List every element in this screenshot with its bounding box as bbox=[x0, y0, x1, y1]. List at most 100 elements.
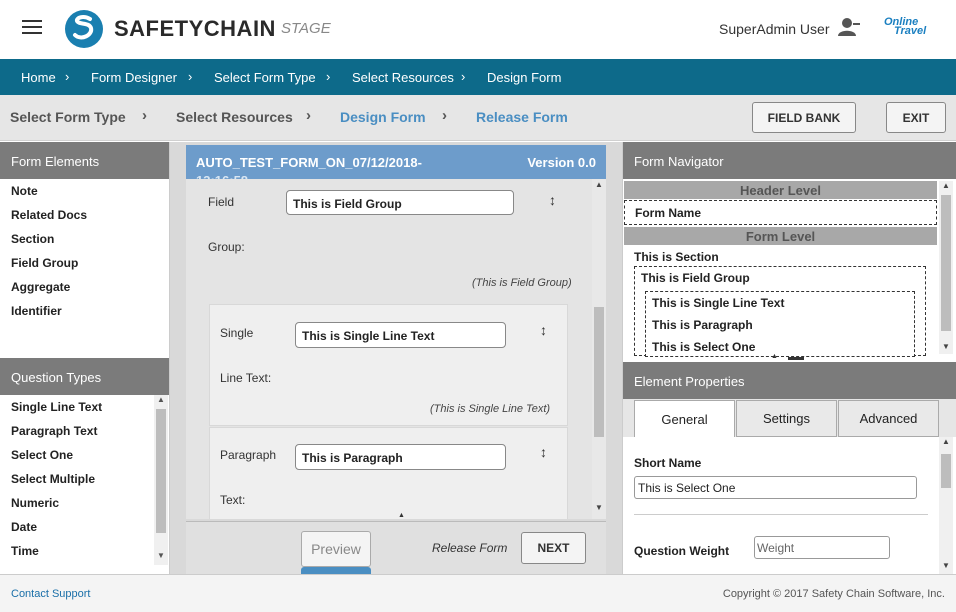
form-navigator-title: Form Navigator bbox=[623, 142, 956, 179]
breadcrumb-separator: › bbox=[65, 69, 70, 84]
drag-handle-icon[interactable] bbox=[788, 357, 804, 360]
breadcrumb-separator: › bbox=[461, 69, 466, 84]
form-version: Version 0.0 bbox=[527, 155, 596, 170]
paragraph-field[interactable]: Paragraph Text: This is Paragraph ↕ bbox=[209, 427, 568, 519]
preview-button[interactable]: Preview bbox=[301, 531, 371, 567]
scroll-down-icon[interactable]: ▼ bbox=[942, 342, 950, 351]
top-header: SAFETYCHAIN STAGE SuperAdmin User Online… bbox=[0, 0, 956, 59]
tab-general[interactable]: General bbox=[634, 400, 735, 437]
form-title: AUTO_TEST_FORM_ON_07/12/2018- bbox=[196, 155, 422, 170]
question-types-scrollbar[interactable]: ▲ ▼ bbox=[154, 395, 168, 565]
environment-label: STAGE bbox=[281, 20, 331, 37]
form-elements-title: Form Elements bbox=[0, 142, 169, 179]
nav-form-name[interactable]: Form Name bbox=[624, 200, 937, 225]
question-type-single-line[interactable]: Single Line Text bbox=[0, 395, 155, 419]
scroll-up-icon[interactable]: ▲ bbox=[595, 180, 603, 189]
question-type-select-multiple[interactable]: Select Multiple bbox=[0, 467, 155, 491]
reorder-icon[interactable]: ↕ bbox=[540, 444, 547, 460]
properties-scrollbar[interactable]: ▲ ▼ bbox=[939, 437, 953, 574]
question-weight-input[interactable]: Weight bbox=[754, 536, 890, 559]
breadcrumb-select-form-type[interactable]: Select Form Type bbox=[214, 70, 316, 85]
menu-icon[interactable] bbox=[22, 20, 42, 36]
single-line-input[interactable]: This is Single Line Text bbox=[295, 322, 506, 348]
release-form-label[interactable]: Release Form bbox=[432, 541, 507, 555]
tab-settings[interactable]: Settings bbox=[736, 400, 837, 437]
field-group-label-2: Group: bbox=[208, 240, 245, 254]
resize-handle-icon[interactable]: ▲ bbox=[398, 512, 405, 519]
properties-content: Short Name This is Select One Question W… bbox=[623, 437, 956, 574]
single-line-field[interactable]: Single Line Text: This is Single Line Te… bbox=[209, 304, 568, 426]
question-type-paragraph[interactable]: Paragraph Text bbox=[0, 419, 155, 443]
user-name[interactable]: SuperAdmin User bbox=[719, 21, 830, 37]
paragraph-label-2: Text: bbox=[220, 493, 246, 507]
divider bbox=[634, 514, 928, 515]
paragraph-input[interactable]: This is Paragraph bbox=[295, 444, 506, 470]
form-element-identifier[interactable]: Identifier bbox=[0, 299, 169, 323]
wizard-steps: Select Form Type › Select Resources › De… bbox=[0, 95, 956, 141]
step-chevron-icon: › bbox=[442, 107, 447, 124]
resize-handle-icon[interactable]: ▲ bbox=[771, 353, 778, 360]
field-group-input[interactable]: This is Field Group bbox=[286, 190, 514, 215]
step-chevron-icon: › bbox=[142, 107, 147, 124]
form-element-aggregate[interactable]: Aggregate bbox=[0, 275, 169, 299]
form-elements-list: Note Related Docs Section Field Group Ag… bbox=[0, 179, 169, 323]
contact-support-link[interactable]: Contact Support bbox=[11, 588, 91, 600]
form-footer: Preview Release Form NEXT bbox=[186, 521, 606, 575]
form-scrollbar[interactable]: ▲ ▼ bbox=[592, 179, 606, 519]
reorder-icon[interactable]: ↕ bbox=[540, 322, 547, 338]
step-select-resources[interactable]: Select Resources bbox=[176, 109, 293, 125]
question-type-date[interactable]: Date bbox=[0, 515, 155, 539]
breadcrumb-form-designer[interactable]: Form Designer bbox=[91, 70, 177, 85]
right-panel: Form Navigator Header Level Form Name Fo… bbox=[622, 142, 956, 574]
page-footer: Contact Support Copyright © 2017 Safety … bbox=[0, 574, 956, 612]
short-name-input[interactable]: This is Select One bbox=[634, 476, 917, 499]
form-element-section[interactable]: Section bbox=[0, 227, 169, 251]
element-properties-title: Element Properties bbox=[623, 362, 956, 399]
form-element-field-group[interactable]: Field Group bbox=[0, 251, 169, 275]
question-type-numeric[interactable]: Numeric bbox=[0, 491, 155, 515]
copyright-text: Copyright © 2017 Safety Chain Software, … bbox=[722, 588, 945, 600]
breadcrumb-design-form: Design Form bbox=[487, 70, 562, 85]
step-release-form[interactable]: Release Form bbox=[476, 109, 568, 125]
breadcrumb: Home › Form Designer › Select Form Type … bbox=[0, 59, 956, 95]
form-level-bar: Form Level bbox=[624, 227, 937, 245]
reorder-icon[interactable]: ↕ bbox=[549, 192, 556, 208]
nav-section[interactable]: This is Section bbox=[634, 250, 719, 264]
nav-field-group[interactable]: This is Field Group This is Single Line … bbox=[634, 266, 926, 357]
breadcrumb-select-resources[interactable]: Select Resources bbox=[352, 70, 454, 85]
field-group-hint: (This is Field Group) bbox=[472, 277, 572, 289]
nav-select-one[interactable]: This is Select One bbox=[652, 340, 755, 354]
single-line-label-1: Single bbox=[220, 326, 254, 340]
safetychain-logo-icon bbox=[65, 10, 103, 48]
field-group-label-1: Field bbox=[208, 195, 235, 209]
question-type-time[interactable]: Time bbox=[0, 539, 155, 563]
paragraph-label-1: Paragraph bbox=[220, 448, 277, 462]
step-design-form[interactable]: Design Form bbox=[340, 109, 426, 125]
form-element-related-docs[interactable]: Related Docs bbox=[0, 203, 169, 227]
breadcrumb-separator: › bbox=[188, 69, 193, 84]
next-button[interactable]: NEXT bbox=[521, 532, 586, 564]
scroll-down-icon[interactable]: ▼ bbox=[157, 551, 165, 560]
short-name-label: Short Name bbox=[634, 456, 702, 470]
form-element-note[interactable]: Note bbox=[0, 179, 169, 203]
breadcrumb-home[interactable]: Home bbox=[21, 70, 56, 85]
form-header: AUTO_TEST_FORM_ON_07/12/2018- 13:16:58 V… bbox=[186, 145, 606, 188]
step-select-form-type[interactable]: Select Form Type bbox=[10, 109, 126, 125]
tab-advanced[interactable]: Advanced bbox=[838, 400, 939, 437]
scroll-up-icon[interactable]: ▲ bbox=[157, 395, 165, 404]
left-panel: Form Elements Note Related Docs Section … bbox=[0, 142, 170, 574]
breadcrumb-separator: › bbox=[326, 69, 331, 84]
single-line-label-2: Line Text: bbox=[220, 371, 272, 385]
scroll-down-icon[interactable]: ▼ bbox=[595, 503, 603, 512]
user-settings-icon[interactable] bbox=[838, 17, 860, 37]
field-bank-button[interactable]: FIELD BANK bbox=[752, 102, 856, 133]
nav-paragraph[interactable]: This is Paragraph bbox=[652, 318, 753, 332]
scroll-up-icon[interactable]: ▲ bbox=[942, 181, 950, 190]
exit-button[interactable]: EXIT bbox=[886, 102, 946, 133]
scroll-up-icon[interactable]: ▲ bbox=[942, 437, 950, 446]
nav-single-line[interactable]: This is Single Line Text bbox=[652, 296, 784, 310]
scroll-down-icon[interactable]: ▼ bbox=[942, 561, 950, 570]
question-type-select-one[interactable]: Select One bbox=[0, 443, 155, 467]
navigator-scrollbar[interactable]: ▲ ▼ bbox=[939, 181, 953, 354]
brand-name: SAFETYCHAIN bbox=[114, 16, 276, 41]
